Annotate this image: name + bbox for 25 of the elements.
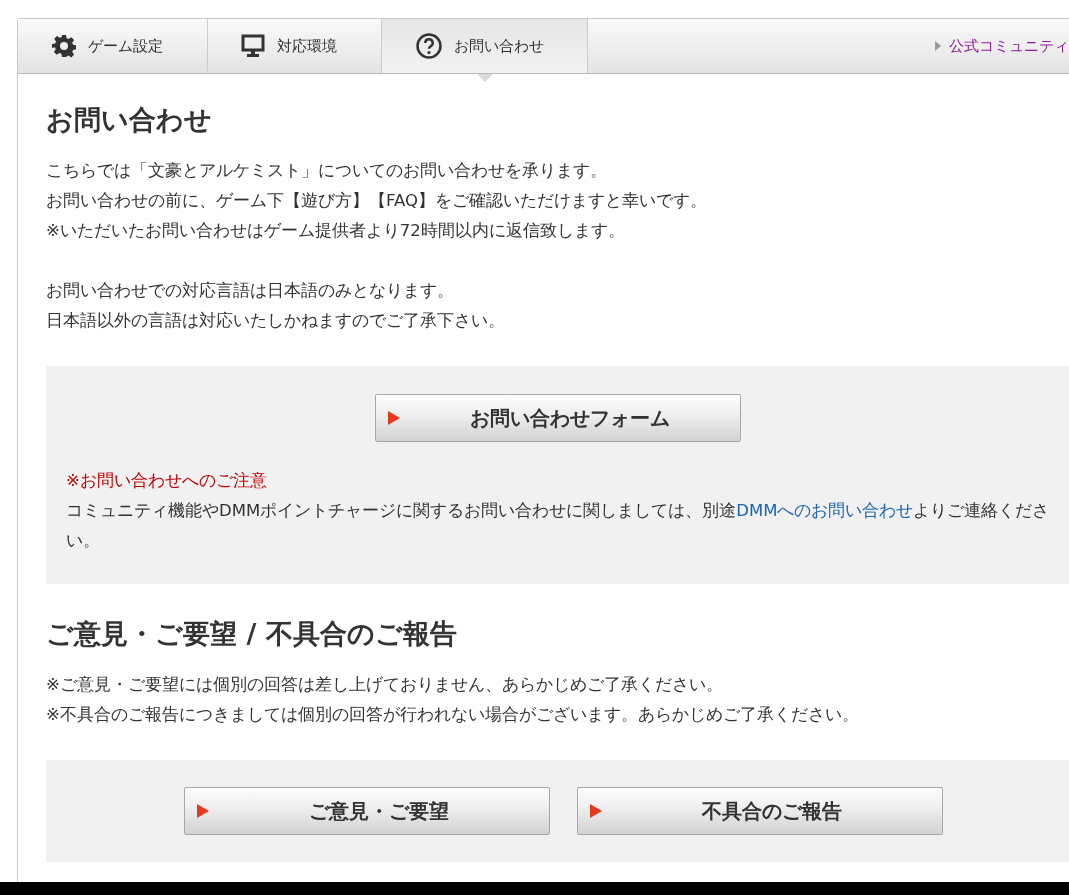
- body-text: お問い合わせの前に、ゲーム下【遊び方】【FAQ】をご確認いただけますと幸いです。: [46, 190, 708, 212]
- section-heading: ご意見・ご要望 / 不具合のご報告: [46, 617, 458, 651]
- notice-text: コミュニティ機能やDMMポイントチャージに関するお問い合わせに関しましては、別途DMMへのお問い合わせよりご連絡ください。: [66, 500, 1051, 552]
- body-text: お問い合わせでの対応言語は日本語のみとなります。: [46, 280, 455, 302]
- notice-title: ※お問い合わせへのご注意: [66, 470, 268, 492]
- play-icon: [589, 804, 602, 818]
- play-icon: [388, 411, 400, 425]
- body-text: ※ご意見・ご要望には個別の回答は差し上げておりません、あらかじめご了承ください。: [46, 674, 724, 696]
- body-text: こちらでは「文豪とアルケミスト」についてのお問い合わせを承ります。: [46, 160, 608, 182]
- body-text: ※不具合のご報告につきましては個別の回答が行われない場合がございます。あらかじめご了承ください。: [46, 704, 860, 726]
- link-button[interactable]: ご意見・ご要望: [183, 787, 550, 835]
- pointer-icon: [476, 74, 493, 82]
- contact-link[interactable]: DMMへのお問い合わせ: [736, 501, 914, 520]
- caret-icon: [935, 41, 941, 51]
- tab[interactable]: ゲーム設定: [18, 19, 208, 73]
- section-heading: お問い合わせ: [46, 103, 213, 137]
- link-button[interactable]: 不具合のご報告: [576, 787, 943, 835]
- community-link[interactable]: 公式コミュニティ: [949, 36, 1069, 56]
- help-icon: [416, 33, 442, 59]
- body-text: 日本語以外の言語は対応いたしかねますのでご了承下さい。: [46, 310, 506, 332]
- play-icon: [196, 804, 209, 818]
- monitor-icon: [241, 34, 265, 58]
- gear-icon: [52, 34, 76, 58]
- body-text: ※いただいたお問い合わせはゲーム提供者より72時間以内に返信致します。: [46, 220, 626, 242]
- link-button[interactable]: お問い合わせフォーム: [375, 394, 741, 442]
